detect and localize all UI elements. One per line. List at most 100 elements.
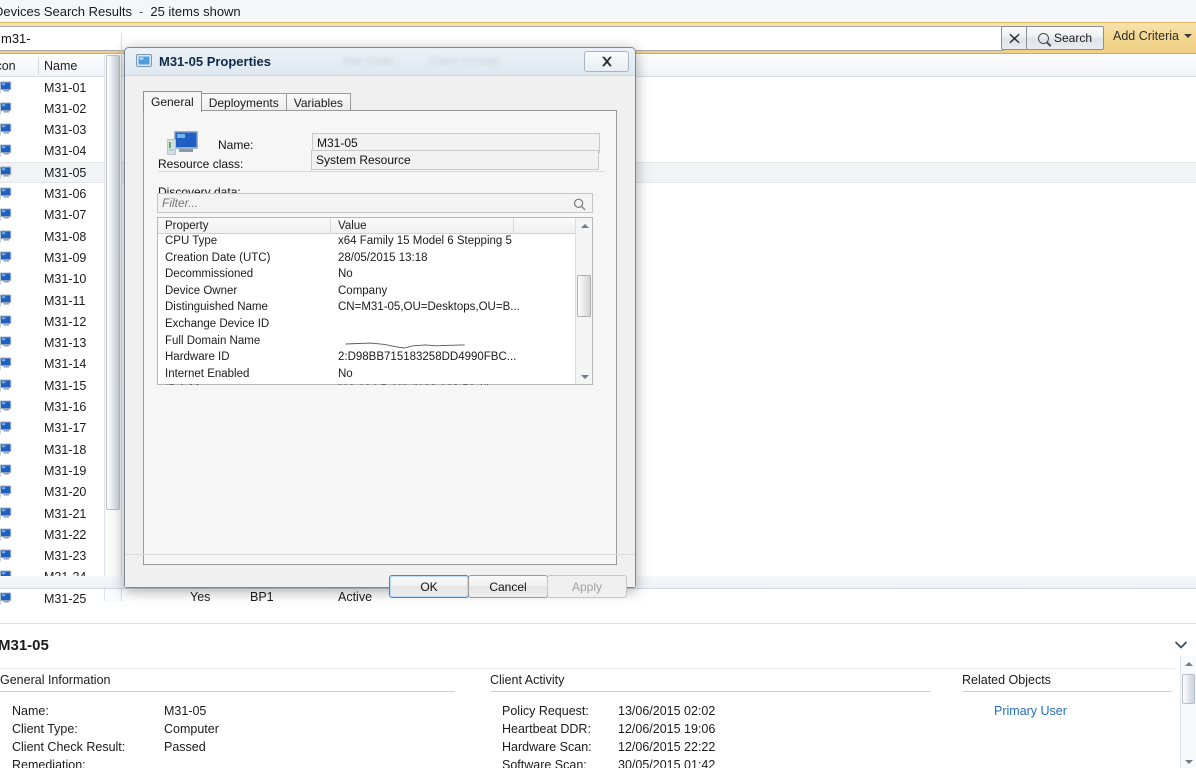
grid-cell-property: Creation Date (UTC) bbox=[165, 251, 271, 264]
detail-row: Heartbeat DDR: 12/06/2015 19:06 bbox=[490, 722, 930, 740]
device-name: M31-15 bbox=[44, 378, 87, 393]
magnifier-icon[interactable] bbox=[573, 198, 586, 214]
computer-icon bbox=[0, 272, 12, 286]
detail-label: Policy Request: bbox=[502, 704, 589, 718]
scroll-up-arrow[interactable] bbox=[1181, 656, 1196, 671]
device-name: M31-09 bbox=[44, 250, 87, 265]
grid-row[interactable]: Internet Enabled No bbox=[158, 367, 575, 384]
scrollbar-thumb[interactable] bbox=[577, 275, 591, 317]
computer-icon bbox=[0, 549, 12, 563]
ok-button-label: OK bbox=[420, 579, 438, 594]
grid-column-header: Property Value bbox=[158, 218, 592, 234]
tab-general[interactable]: General bbox=[143, 91, 202, 112]
detail-row: Policy Request: 13/06/2015 02:02 bbox=[490, 704, 930, 722]
detail-label: Heartbeat DDR: bbox=[502, 722, 591, 736]
add-criteria-button[interactable]: Add Criteria bbox=[1113, 29, 1192, 43]
computer-icon bbox=[0, 144, 12, 158]
tab-label: Variables bbox=[293, 96, 343, 110]
grid-column-value[interactable]: Value bbox=[338, 220, 367, 232]
grid-cell-property: CPU Type bbox=[165, 235, 218, 247]
detail-label: Software Scan: bbox=[502, 758, 587, 768]
device-name: M31-07 bbox=[44, 208, 87, 223]
clear-search-button[interactable] bbox=[1001, 26, 1028, 50]
grid-cell-property: Internet Enabled bbox=[165, 367, 250, 380]
computer-icon bbox=[0, 187, 12, 201]
grid-cell-property: Hardware ID bbox=[165, 351, 230, 364]
grid-cell-value: Company bbox=[338, 284, 388, 297]
scroll-down-arrow[interactable] bbox=[1181, 754, 1196, 768]
computer-icon bbox=[0, 251, 12, 265]
grid-row[interactable]: Hardware ID 2:D98BB715183258DD4990FBC... bbox=[158, 350, 575, 367]
device-list-scrollbar[interactable] bbox=[104, 55, 121, 601]
discovery-filter-box[interactable] bbox=[157, 193, 593, 213]
search-button[interactable]: Search bbox=[1026, 26, 1104, 50]
details-pane-scrollbar[interactable] bbox=[1180, 656, 1196, 768]
computer-icon bbox=[0, 123, 12, 137]
grid-row[interactable]: Device Owner Company bbox=[158, 284, 575, 301]
ok-button[interactable]: OK bbox=[389, 575, 469, 598]
partial-cell-2: BP1 bbox=[250, 590, 274, 604]
grid-cell-value: x64 Family 15 Model 6 Stepping 5 bbox=[338, 235, 512, 247]
computer-icon bbox=[0, 357, 12, 371]
details-section-client-activity: Client Activity Policy Request: 13/06/20… bbox=[490, 673, 930, 768]
chevron-down-icon[interactable] bbox=[1174, 639, 1188, 649]
chevron-down-icon bbox=[1184, 34, 1192, 38]
detail-label: Client Check Result: bbox=[12, 740, 126, 754]
device-name: M31-01 bbox=[44, 80, 87, 95]
dialog-footer-divider bbox=[125, 554, 635, 555]
computer-icon bbox=[0, 507, 12, 521]
device-name: M31-02 bbox=[44, 101, 87, 116]
grid-cell-value: 28/05/2015 13:18 bbox=[338, 251, 428, 264]
grid-row[interactable]: Distinguished Name CN=M31-05,OU=Desktops,… bbox=[158, 300, 575, 317]
add-criteria-label: Add Criteria bbox=[1113, 29, 1179, 43]
grid-row[interactable]: Full Domain Name bbox=[158, 334, 575, 351]
column-header-icon[interactable]: Icon bbox=[0, 59, 16, 73]
scrollbar-thumb[interactable] bbox=[106, 55, 120, 510]
discovery-filter-input[interactable] bbox=[158, 194, 568, 212]
computer-icon bbox=[0, 400, 12, 414]
dialog-close-button[interactable] bbox=[584, 51, 629, 72]
grid-column-property[interactable]: Property bbox=[165, 220, 208, 232]
related-object-link-primary-user[interactable]: Primary User bbox=[994, 704, 1067, 718]
grid-rows: CPU Type x64 Family 15 Model 6 Stepping 5… bbox=[158, 234, 575, 385]
device-name: M31-03 bbox=[44, 123, 87, 138]
computer-properties-icon bbox=[136, 54, 152, 69]
properties-dialog: M31-05 Properties Site Code Client Activ… bbox=[124, 47, 636, 598]
grid-cell-value: CN=M31-05,OU=Desktops,OU=B... bbox=[338, 301, 520, 314]
grid-row[interactable]: IP Addresses "10.104.5.41", "192.168.56.1… bbox=[158, 383, 575, 385]
cancel-button[interactable]: Cancel bbox=[468, 575, 548, 598]
detail-label: Client Type: bbox=[12, 722, 78, 736]
scroll-up-arrow[interactable] bbox=[577, 218, 592, 233]
device-name: M31-05 bbox=[44, 165, 87, 180]
grid-scrollbar[interactable] bbox=[575, 218, 592, 384]
detail-value: Computer bbox=[164, 722, 219, 736]
tab-label: General bbox=[151, 95, 194, 109]
grid-cell-value: No bbox=[338, 367, 353, 380]
resource-class-field: System Resource bbox=[311, 150, 599, 170]
scrollbar-thumb[interactable] bbox=[1182, 674, 1195, 704]
device-name: M31-21 bbox=[44, 506, 87, 521]
column-header-name[interactable]: Name bbox=[44, 59, 77, 73]
dialog-tabs: General Deployments Variables bbox=[143, 91, 351, 112]
detail-value: 13/06/2015 02:02 bbox=[618, 704, 716, 718]
cancel-button-label: Cancel bbox=[489, 579, 527, 594]
list-column-splitter bbox=[121, 33, 122, 601]
section-title: General Information bbox=[0, 673, 111, 687]
details-divider bbox=[0, 668, 1175, 669]
grid-row[interactable]: CPU Type x64 Family 15 Model 6 Stepping 5 bbox=[158, 234, 575, 251]
computer-icon bbox=[0, 528, 12, 542]
dialog-titlebar[interactable]: M31-05 Properties Site Code Client Activ… bbox=[125, 48, 635, 76]
grid-row[interactable]: Decommissioned No bbox=[158, 267, 575, 284]
detail-value: 30/05/2015 01:42 bbox=[618, 758, 716, 768]
grid-row[interactable]: Creation Date (UTC) 28/05/2015 13:18 bbox=[158, 251, 575, 268]
detail-row: Client Type: Computer bbox=[0, 722, 455, 740]
results-header-separator: - bbox=[139, 3, 144, 19]
device-name: M31-16 bbox=[44, 400, 87, 414]
resource-class-label: Resource class: bbox=[158, 157, 244, 171]
grid-row[interactable]: Exchange Device ID bbox=[158, 317, 575, 334]
computer-icon bbox=[0, 81, 12, 95]
partial-cell-3: Active bbox=[338, 590, 373, 604]
scroll-down-arrow[interactable] bbox=[577, 369, 592, 384]
details-title: M31-05 bbox=[0, 637, 49, 654]
grid-cell-property: Decommissioned bbox=[165, 268, 254, 281]
